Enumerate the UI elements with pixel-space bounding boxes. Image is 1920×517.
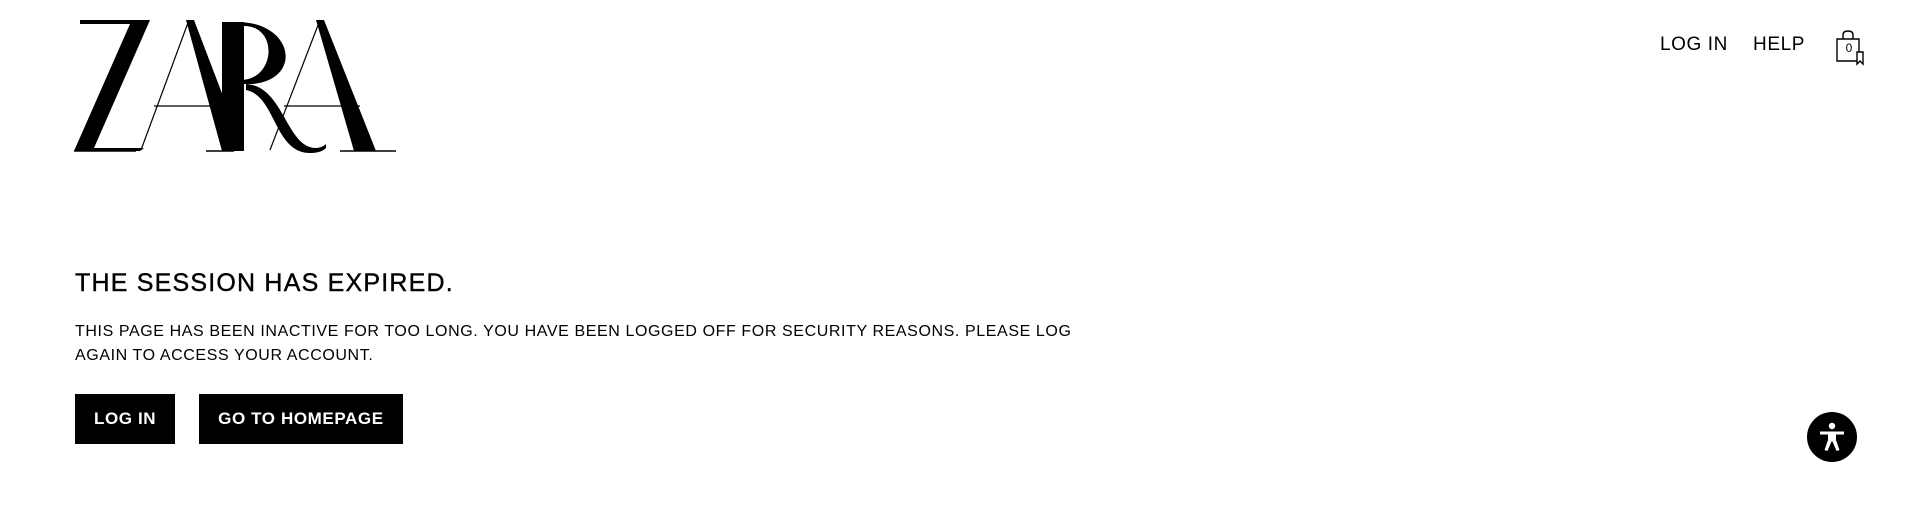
- header-login-link[interactable]: LOG IN: [1660, 32, 1728, 58]
- session-expired-panel: THE SESSION HAS EXPIRED. THIS PAGE HAS B…: [75, 266, 1155, 444]
- cart-button[interactable]: 0: [1833, 30, 1867, 68]
- zara-logo-mark: [74, 19, 396, 153]
- zara-logo[interactable]: [74, 16, 396, 153]
- login-button[interactable]: LOG IN: [75, 394, 176, 444]
- header-help-link[interactable]: HELP: [1753, 32, 1805, 58]
- action-buttons: LOG IN GO TO HOMEPAGE: [75, 394, 1155, 444]
- accessibility-icon: [1820, 422, 1844, 451]
- accessibility-button[interactable]: [1807, 412, 1857, 462]
- cart-count: 0: [1845, 41, 1853, 55]
- go-to-homepage-button[interactable]: GO TO HOMEPAGE: [199, 394, 403, 444]
- page-title: THE SESSION HAS EXPIRED.: [75, 269, 454, 297]
- expired-message: THIS PAGE HAS BEEN INACTIVE FOR TOO LONG…: [75, 323, 1072, 364]
